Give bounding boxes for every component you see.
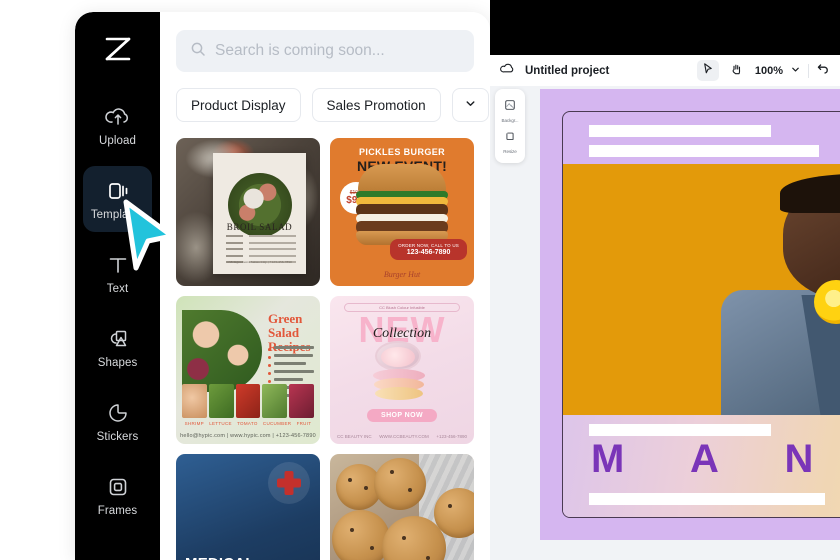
search-input[interactable]: Search is coming soon...	[176, 30, 474, 72]
cloud-upload-icon	[104, 104, 131, 130]
caption: CUCUMBER	[262, 421, 292, 426]
hand-icon	[730, 62, 743, 80]
sidebar-item-label: Text	[106, 282, 129, 295]
phone-label: ORDER NOW, CALL TO US	[398, 243, 459, 248]
filter-chip-label: Sales Promotion	[326, 97, 426, 113]
salad-photo	[182, 310, 262, 392]
template-footer: 138 Ingredients Suites City | +123-456-7…	[227, 260, 292, 265]
template-card-medical-consultation[interactable]: MEDICAL CONSULTATION "YOUR HEALTH IS OUR…	[176, 454, 320, 560]
hand-tool[interactable]	[726, 60, 748, 81]
footer-left: CC BEAUTY INC	[337, 434, 372, 439]
templates-panel: Upload Templates Text Shapes Stickers Fr…	[75, 12, 490, 560]
cursor-arrow-icon	[701, 62, 714, 80]
sidebar-item-label: Upload	[98, 134, 137, 147]
app-root: Upload Templates Text Shapes Stickers Fr…	[0, 0, 840, 560]
recipe-card: BROIL SALAD 138 Ingredients Suites City …	[213, 152, 306, 275]
order-phone-pill: ORDER NOW, CALL TO US 123-456-7890	[390, 239, 467, 260]
burger-photo	[354, 164, 450, 248]
zoom-level[interactable]: 100%	[755, 65, 783, 77]
sticker-icon	[105, 400, 131, 426]
bottom-banner[interactable]: M A N	[563, 415, 840, 517]
medical-line1: MEDICAL	[185, 555, 255, 560]
editor-toolbar: Untitled project 100%	[490, 55, 840, 86]
chevron-down-icon	[464, 97, 477, 113]
phone-number: 123-456-7890	[406, 249, 451, 256]
shapes-icon	[105, 326, 131, 352]
caption: FRUIT	[296, 421, 312, 426]
toolbar-divider	[808, 63, 809, 78]
search-placeholder: Search is coming soon...	[215, 42, 385, 59]
canvas-stage: Backgr... Resize M A N	[490, 86, 840, 560]
placeholder-text-bar[interactable]	[589, 125, 771, 137]
sidebar-item-frames[interactable]: Frames	[83, 462, 152, 528]
sidebar-item-stickers[interactable]: Stickers	[83, 388, 152, 454]
sidebar-item-upload[interactable]: Upload	[83, 92, 152, 158]
filter-chips: Product Display Sales Promotion	[176, 88, 489, 122]
placeholder-text-bar[interactable]	[589, 424, 771, 436]
left-nav-rail: Upload Templates Text Shapes Stickers Fr…	[75, 12, 160, 560]
resize-tool[interactable]: Resize	[495, 126, 525, 157]
resize-tool-label: Resize	[503, 149, 517, 154]
more-filters-button[interactable]	[451, 88, 489, 122]
template-grid: BROIL SALAD 138 Ingredients Suites City …	[176, 138, 474, 560]
undo-arrow-icon[interactable]	[816, 61, 830, 80]
template-card-pickles-burger[interactable]: PICKLES BURGER NEW EVENT! have you tried…	[330, 138, 474, 286]
template-footer: CC BEAUTY INC WWW.CCBEAUTY.COM +123-456-…	[337, 434, 467, 439]
sidebar-item-label: Stickers	[96, 430, 139, 443]
footer-mid: WWW.CCBEAUTY.COM	[379, 434, 429, 439]
filter-chip-sales-promotion[interactable]: Sales Promotion	[311, 88, 441, 122]
cookie	[332, 510, 390, 560]
canvas-side-toolbar: Backgr... Resize	[495, 89, 525, 163]
template-card-green-salad[interactable]: Green Salad Recipes	[176, 296, 320, 444]
design-frame[interactable]: M A N	[562, 111, 840, 518]
editor-top-black-strip	[490, 0, 840, 55]
background-tool[interactable]: Backgr...	[495, 95, 525, 126]
filter-chip-label: Product Display	[191, 97, 286, 113]
background-tool-label: Backgr...	[501, 118, 519, 123]
select-tool[interactable]	[696, 60, 719, 81]
sidebar-item-label: Shapes	[97, 356, 138, 369]
caption: LETTUCE	[209, 421, 232, 426]
portrait-photo	[720, 174, 840, 415]
filter-chip-product-display[interactable]: Product Display	[176, 88, 301, 122]
burger-brand: Burger Hut	[383, 270, 421, 279]
photo-element[interactable]	[563, 164, 840, 415]
editor-tool-group: 100%	[696, 60, 830, 81]
caption: TOMATO	[237, 421, 258, 426]
placeholder-text-bar[interactable]	[589, 145, 819, 157]
placeholder-text-bar[interactable]	[589, 493, 825, 505]
cookie	[374, 458, 426, 510]
compact-powder-photo	[371, 340, 433, 411]
pointer-cursor	[120, 196, 178, 276]
headline-collection: Collection	[372, 326, 432, 341]
search-icon	[190, 41, 206, 62]
sidebar-item-shapes[interactable]: Shapes	[83, 314, 152, 380]
template-title: BROIL SALAD	[226, 221, 293, 232]
shop-now-button[interactable]: SHOP NOW	[367, 409, 437, 422]
canvas-background[interactable]: M A N	[540, 89, 840, 540]
frame-icon	[105, 474, 131, 500]
medical-cross-icon	[268, 462, 310, 504]
caption: SHRIMP	[184, 421, 204, 426]
cloud-save-icon[interactable]	[500, 61, 515, 81]
sidebar-item-label: Frames	[97, 504, 138, 517]
editor-window: Untitled project 100% Backgr... Resize M…	[490, 0, 840, 560]
templates-panel-body: Search is coming soon... Product Display…	[160, 12, 490, 560]
resize-icon	[504, 129, 516, 147]
project-name[interactable]: Untitled project	[525, 65, 609, 77]
footer-right: +123-456-7890	[436, 434, 467, 439]
template-card-broil-salad[interactable]: BROIL SALAD 138 Ingredients Suites City …	[176, 138, 320, 286]
background-icon	[504, 98, 516, 116]
burger-line1: PICKLES BURGER	[358, 147, 446, 157]
template-card-new-collection[interactable]: CC Blush Colour Infusible NEW Collection…	[330, 296, 474, 444]
ingredient-thumbnails	[182, 384, 314, 418]
ingredient-captions: SHRIMP LETTUCE TOMATO CUCUMBER FRUIT	[182, 421, 314, 426]
template-footer: hello@hypic.com | www.hypic.com | +123-4…	[180, 433, 316, 439]
headline-text[interactable]: M A N	[591, 439, 840, 479]
capcut-logo-icon	[75, 36, 160, 62]
template-card-cookies[interactable]	[330, 454, 474, 560]
chevron-down-icon[interactable]	[790, 62, 801, 80]
